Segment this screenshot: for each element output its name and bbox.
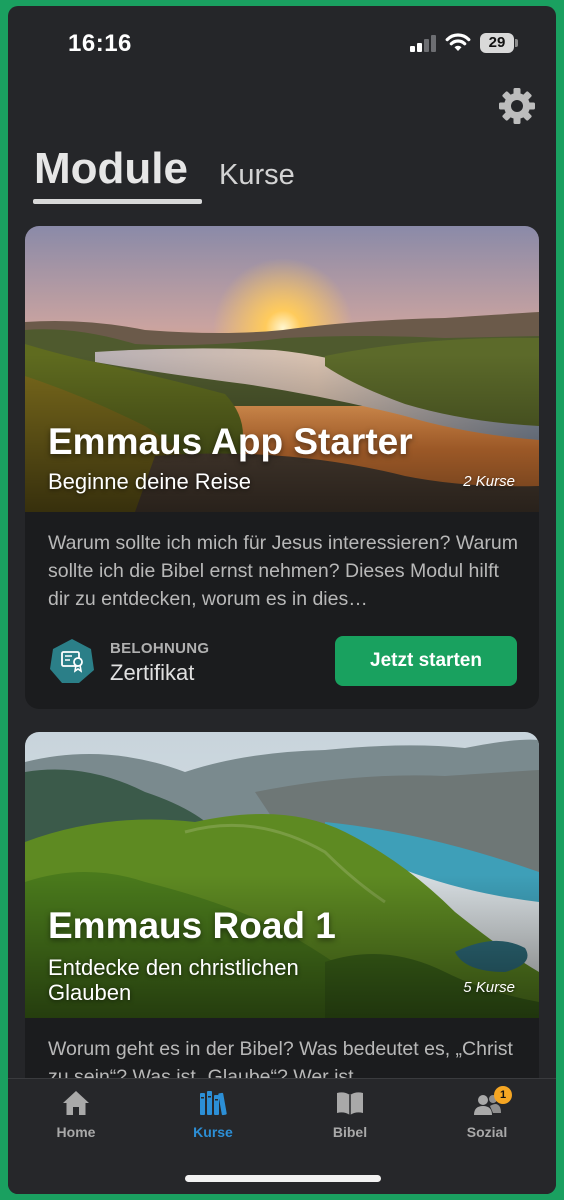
battery-level: 29 bbox=[480, 33, 514, 53]
books-icon bbox=[200, 1091, 227, 1116]
module-description: Warum sollte ich mich für Jesus interess… bbox=[48, 532, 518, 610]
module-subtitle: Beginne deine Reise bbox=[48, 469, 252, 494]
module-course-count: 5 Kurse bbox=[463, 979, 515, 996]
tab-module[interactable]: Module bbox=[34, 144, 188, 194]
module-card[interactable]: Emmaus App Starter Beginne deine Reise 2… bbox=[25, 226, 539, 709]
module-title: Emmaus App Starter bbox=[48, 421, 413, 462]
home-indicator bbox=[185, 1175, 381, 1182]
module-subtitle: Entdecke den christlichen Glauben bbox=[48, 955, 299, 1005]
tab-home[interactable]: Home bbox=[21, 1089, 131, 1140]
tab-sozial[interactable]: 1 Sozial bbox=[432, 1086, 542, 1140]
reward-value: Zertifikat bbox=[110, 660, 195, 685]
home-icon bbox=[63, 1091, 89, 1115]
active-tab-underline bbox=[33, 199, 202, 204]
tab-label: Sozial bbox=[466, 1124, 508, 1140]
tab-label: Home bbox=[56, 1124, 96, 1140]
tab-kurse[interactable]: Kurse bbox=[219, 159, 295, 192]
tab-bibel[interactable]: Bibel bbox=[295, 1089, 405, 1140]
wifi-icon bbox=[445, 33, 471, 51]
module-course-count: 2 Kurse bbox=[463, 473, 515, 490]
reward-label: BELOHNUNG bbox=[110, 640, 210, 657]
start-button[interactable]: Jetzt starten bbox=[335, 636, 517, 686]
bible-icon bbox=[337, 1092, 363, 1115]
notification-badge: 1 bbox=[494, 1086, 512, 1104]
battery-icon: 29 bbox=[480, 33, 518, 53]
module-title: Emmaus Road 1 bbox=[48, 905, 336, 946]
tab-kurse-nav[interactable]: Kurse bbox=[158, 1089, 268, 1140]
gear-icon[interactable] bbox=[497, 86, 537, 126]
tab-label: Bibel bbox=[332, 1124, 368, 1140]
tab-label: Kurse bbox=[193, 1124, 233, 1140]
status-time: 16:16 bbox=[68, 30, 132, 57]
cellular-signal-icon bbox=[410, 34, 436, 52]
status-bar: 16:16 29 bbox=[8, 6, 556, 86]
app-screen: 16:16 29 Module Kurse Emmaus App Starter… bbox=[8, 6, 556, 1194]
certificate-icon bbox=[50, 639, 94, 683]
people-icon: 1 bbox=[472, 1086, 512, 1117]
